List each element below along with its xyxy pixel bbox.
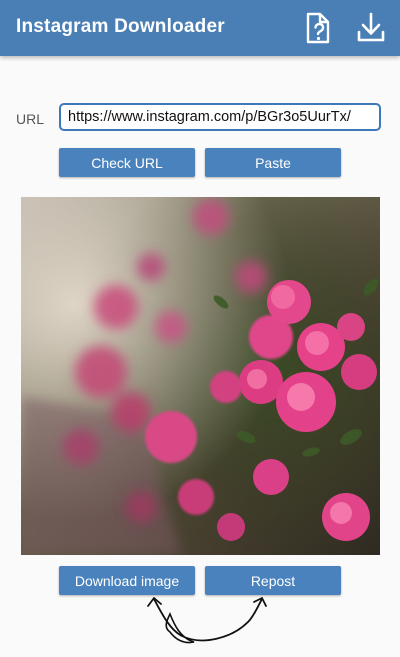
image-preview <box>21 197 380 555</box>
help-document-icon[interactable] <box>302 10 334 46</box>
paste-button[interactable]: Paste <box>205 148 341 177</box>
app-screen: Instagram Downloader URL Check URL Paste <box>0 0 400 657</box>
download-icon[interactable] <box>355 10 387 46</box>
repost-button[interactable]: Repost <box>205 566 341 595</box>
url-input[interactable] <box>59 103 381 131</box>
app-title: Instagram Downloader <box>16 16 225 37</box>
download-image-button[interactable]: Download image <box>59 566 195 595</box>
app-bar: Instagram Downloader <box>0 0 400 56</box>
check-url-button[interactable]: Check URL <box>59 148 195 177</box>
url-label: URL <box>16 111 45 127</box>
hand-drawn-arrow-annotation <box>147 597 267 644</box>
